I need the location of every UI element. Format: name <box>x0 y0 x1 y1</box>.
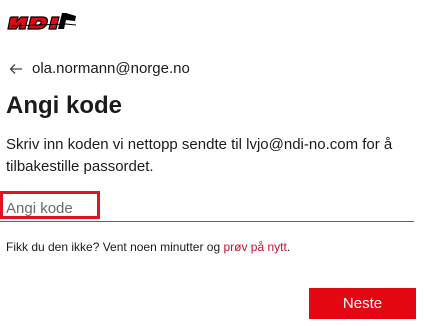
identity-banner: ola.normann@norge.no <box>8 59 190 79</box>
company-logo <box>7 13 77 30</box>
code-field <box>0 195 414 222</box>
next-button[interactable]: Neste <box>309 288 416 319</box>
retry-link[interactable]: prøv på nytt <box>223 240 286 254</box>
page-title: Angi kode <box>6 92 123 119</box>
identity-email: ola.normann@norge.no <box>32 60 190 77</box>
retry-prefix: Fikk du den ikke? Vent noen minutter og <box>6 240 224 254</box>
code-input[interactable] <box>6 197 306 219</box>
instruction-text: Skriv inn koden vi nettopp sendte til lv… <box>6 136 393 175</box>
retry-suffix: . <box>286 240 291 254</box>
retry-line: Fikk du den ikke? Vent noen minutter og … <box>6 239 290 255</box>
arrow-left-icon[interactable] <box>8 61 24 77</box>
